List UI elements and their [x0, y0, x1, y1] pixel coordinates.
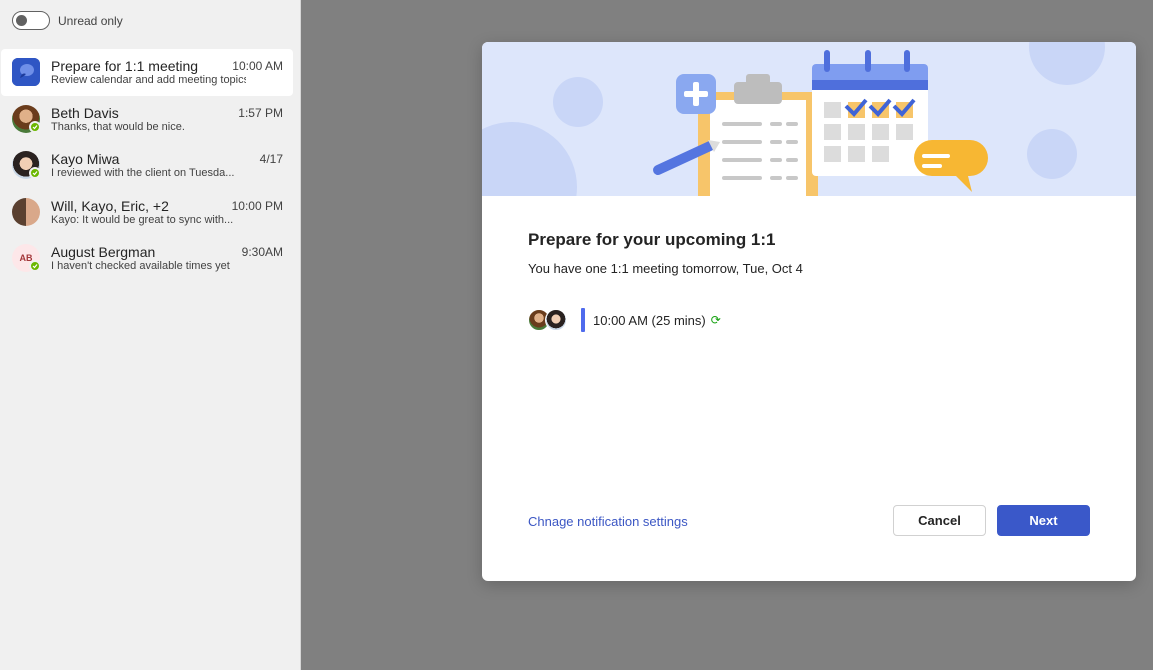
calendar-checklist-illustration — [482, 42, 1105, 196]
presence-available-icon — [29, 167, 41, 179]
chat-preview: I haven't checked available times yet — [51, 260, 230, 272]
chat-preview: Review calendar and add meeting topics. — [51, 74, 246, 86]
chat-time: 1:57 PM — [238, 105, 283, 120]
meeting-time: 10:00 AM (25 mins) — [593, 312, 706, 328]
notification-settings-link[interactable]: Chnage notification settings — [528, 514, 688, 529]
chat-sidebar: Unread only Prepare for 1:1 meeting 10:0… — [0, 0, 301, 670]
chat-preview: I reviewed with the client on Tuesda... — [51, 167, 235, 179]
app-bot-icon — [12, 58, 40, 86]
presence-available-icon — [29, 120, 41, 133]
chat-name: Prepare for 1:1 meeting — [51, 58, 199, 74]
chat-preview: Kayo: It would be great to sync with... — [51, 213, 234, 226]
unread-toggle[interactable] — [12, 11, 50, 30]
chat-preview: Thanks, that would be nice. — [51, 120, 185, 133]
unread-toggle-label: Unread only — [58, 13, 123, 28]
dialog-subtitle: You have one 1:1 meeting tomorrow, Tue, … — [528, 261, 803, 276]
chat-name: Will, Kayo, Eric, +2 — [51, 197, 169, 214]
meeting-color-bar — [581, 308, 585, 332]
group-avatar — [12, 197, 40, 226]
cancel-button[interactable]: Cancel — [893, 505, 986, 536]
chat-time: 10:00 AM — [232, 59, 283, 73]
chat-time: 4/17 — [259, 152, 283, 166]
meeting-summary: 10:00 AM (25 mins) ⟳ — [528, 307, 721, 333]
dialog-title: Prepare for your upcoming 1:1 — [528, 230, 776, 249]
next-button[interactable]: Next — [997, 505, 1090, 536]
chat-item-august-bergman[interactable]: AB August Bergman 9:30AM I haven't check… — [1, 235, 293, 282]
attendee-avatar — [545, 309, 567, 331]
chat-item-kayo-miwa[interactable]: Kayo Miwa 4/17 I reviewed with the clien… — [1, 142, 293, 189]
chat-time: 10:00 PM — [231, 198, 283, 213]
chat-name: August Bergman — [51, 244, 156, 260]
chat-time: 9:30AM — [241, 245, 283, 259]
chat-item-group[interactable]: Will, Kayo, Eric, +2 10:00 PM Kayo: It w… — [1, 189, 293, 236]
chat-name: Kayo Miwa — [51, 151, 120, 167]
toggle-knob — [16, 15, 27, 26]
chat-name: Beth Davis — [51, 104, 119, 121]
recurring-icon: ⟳ — [710, 313, 721, 327]
chat-list: Prepare for 1:1 meeting 10:00 AM Review … — [0, 49, 301, 282]
unread-filter: Unread only — [12, 11, 123, 30]
hero-illustration — [482, 42, 1136, 196]
prepare-meeting-dialog: Prepare for your upcoming 1:1 You have o… — [482, 42, 1136, 581]
presence-available-icon — [29, 260, 41, 272]
chat-item-beth-davis[interactable]: Beth Davis 1:57 PM Thanks, that would be… — [1, 96, 293, 143]
chat-item-prepare-meeting[interactable]: Prepare for 1:1 meeting 10:00 AM Review … — [1, 49, 293, 96]
